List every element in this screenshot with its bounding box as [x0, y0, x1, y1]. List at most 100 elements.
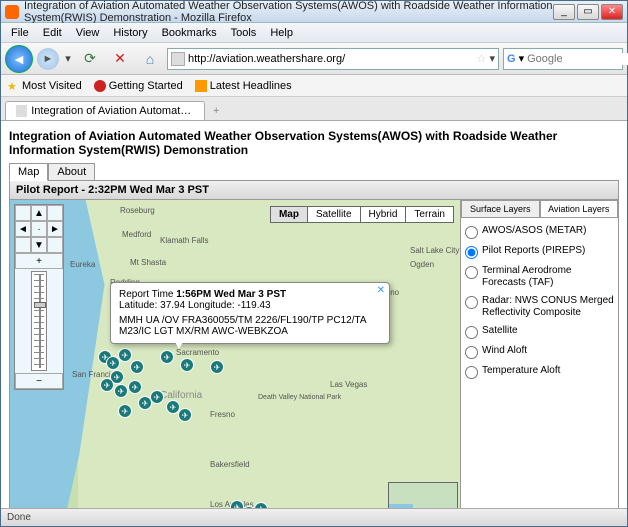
pirep-marker[interactable] [114, 384, 128, 398]
layer-label: Wind Aloft [482, 345, 614, 357]
pan-up-right[interactable] [47, 205, 63, 221]
city-label: Bakersfield [210, 460, 250, 469]
pirep-marker[interactable] [118, 404, 132, 418]
pan-down[interactable]: ▼ [31, 237, 47, 253]
info-close-icon[interactable]: ✕ [377, 285, 385, 296]
tab-about[interactable]: About [48, 163, 95, 181]
pirep-marker[interactable] [180, 358, 194, 372]
layer-item: Wind Aloft [465, 342, 614, 362]
menu-bookmarks[interactable]: Bookmarks [156, 25, 223, 41]
pirep-marker[interactable] [210, 360, 224, 374]
page-tabs: Map About [9, 163, 619, 181]
layer-radio[interactable] [465, 226, 478, 239]
layer-radio[interactable] [465, 366, 478, 379]
maptype-terrain[interactable]: Terrain [406, 207, 453, 222]
map-canvas[interactable]: Roseburg Medford Klamath Falls Eureka Mt… [10, 200, 460, 508]
pan-up[interactable]: ▲ [31, 205, 47, 221]
bookmark-latest-headlines[interactable]: Latest Headlines [195, 80, 292, 92]
minimize-button[interactable]: _ [553, 4, 575, 20]
info-line2: Latitude: 37.94 Longitude: -119.43 [119, 300, 381, 311]
zoom-in[interactable]: + [15, 253, 63, 269]
pan-right[interactable]: ► [47, 221, 63, 237]
maptype-satellite[interactable]: Satellite [308, 207, 361, 222]
menu-view[interactable]: View [70, 25, 106, 41]
bookmark-star-icon[interactable]: ☆ [477, 52, 487, 65]
layer-radio[interactable] [465, 296, 478, 309]
tab-aviation-layers[interactable]: Aviation Layers [540, 200, 619, 217]
layer-radio[interactable] [465, 266, 478, 279]
city-label: Ogden [410, 260, 434, 269]
url-bar[interactable]: ☆ ▾ [167, 48, 499, 70]
back-button[interactable]: ◄ [5, 45, 33, 73]
search-dropdown-icon[interactable]: ▾ [519, 52, 525, 65]
url-input[interactable] [188, 53, 474, 65]
overview-map[interactable] [388, 482, 458, 508]
new-tab-button[interactable]: + [205, 102, 227, 120]
layer-radio[interactable] [465, 246, 478, 259]
history-dropdown[interactable]: ▾ [63, 46, 73, 72]
menu-tools[interactable]: Tools [225, 25, 263, 41]
city-label: Mt Shasta [130, 258, 166, 267]
tab-map[interactable]: Map [9, 163, 48, 181]
pirep-marker[interactable] [128, 380, 142, 394]
maptype-map[interactable]: Map [271, 207, 308, 222]
page-title: Integration of Aviation Automated Weathe… [9, 125, 619, 163]
pirep-marker[interactable] [178, 408, 192, 422]
map-type-selector: Map Satellite Hybrid Terrain [270, 206, 454, 223]
zoom-handle[interactable] [34, 302, 46, 308]
menu-file[interactable]: File [5, 25, 35, 41]
park-label: Death Valley National Park [258, 394, 341, 401]
close-button[interactable]: ✕ [601, 4, 623, 20]
layer-radio[interactable] [465, 346, 478, 359]
bookmark-most-visited[interactable]: ★Most Visited [7, 80, 82, 92]
pan-center[interactable]: · [31, 221, 47, 237]
status-text: Done [7, 512, 31, 523]
pirep-marker[interactable] [100, 378, 114, 392]
layer-item: Temperature Aloft [465, 362, 614, 382]
layer-label: AWOS/ASOS (METAR) [482, 225, 614, 237]
layer-label: Temperature Aloft [482, 365, 614, 377]
firefox-icon [5, 5, 19, 19]
bookmark-getting-started[interactable]: Getting Started [94, 80, 183, 92]
city-label: Roseburg [120, 206, 155, 215]
layer-radio[interactable] [465, 326, 478, 339]
google-icon: G [507, 53, 516, 65]
bookmarks-toolbar: ★Most Visited Getting Started Latest Hea… [1, 75, 627, 97]
state-label: California [160, 390, 202, 401]
info-window: ✕ Report Time 1:56PM Wed Mar 3 PST Latit… [110, 282, 390, 344]
nav-toolbar: ◄ ► ▾ ⟳ ✕ ⌂ ☆ ▾ G▾ [1, 43, 627, 75]
layers-panel: Surface Layers Aviation Layers AWOS/ASOS… [460, 200, 618, 508]
city-label: Klamath Falls [160, 236, 208, 245]
status-bar: Done [1, 508, 627, 526]
tab-favicon [16, 105, 27, 117]
pirep-marker[interactable] [130, 360, 144, 374]
menu-edit[interactable]: Edit [37, 25, 68, 41]
city-label: Salt Lake City [410, 246, 459, 255]
zoom-out[interactable]: − [15, 373, 63, 389]
browser-tab[interactable]: Integration of Aviation Automated ... [5, 101, 205, 120]
maximize-button[interactable]: ▭ [577, 4, 599, 20]
pan-up-left[interactable] [15, 205, 31, 221]
maptype-hybrid[interactable]: Hybrid [361, 207, 407, 222]
search-bar[interactable]: G▾ [503, 48, 623, 70]
pirep-marker[interactable] [118, 348, 132, 362]
reload-button[interactable]: ⟳ [77, 46, 103, 72]
zoom-slider[interactable] [31, 271, 47, 371]
menu-history[interactable]: History [107, 25, 153, 41]
pirep-marker[interactable] [230, 500, 244, 508]
menu-help[interactable]: Help [264, 25, 299, 41]
window-titlebar: Integration of Aviation Automated Weathe… [1, 1, 627, 23]
pan-down-left[interactable] [15, 237, 31, 253]
city-label: Las Vegas [330, 380, 367, 389]
pan-down-right[interactable] [47, 237, 63, 253]
pirep-marker[interactable] [150, 390, 164, 404]
forward-button[interactable]: ► [37, 48, 59, 70]
stop-button[interactable]: ✕ [107, 46, 133, 72]
home-button[interactable]: ⌂ [137, 46, 163, 72]
tab-surface-layers[interactable]: Surface Layers [461, 200, 540, 217]
pan-left[interactable]: ◄ [15, 221, 31, 237]
star-icon: ★ [7, 80, 19, 92]
menu-bar: File Edit View History Bookmarks Tools H… [1, 23, 627, 43]
url-dropdown-icon[interactable]: ▾ [489, 52, 495, 65]
search-input[interactable] [527, 53, 628, 65]
